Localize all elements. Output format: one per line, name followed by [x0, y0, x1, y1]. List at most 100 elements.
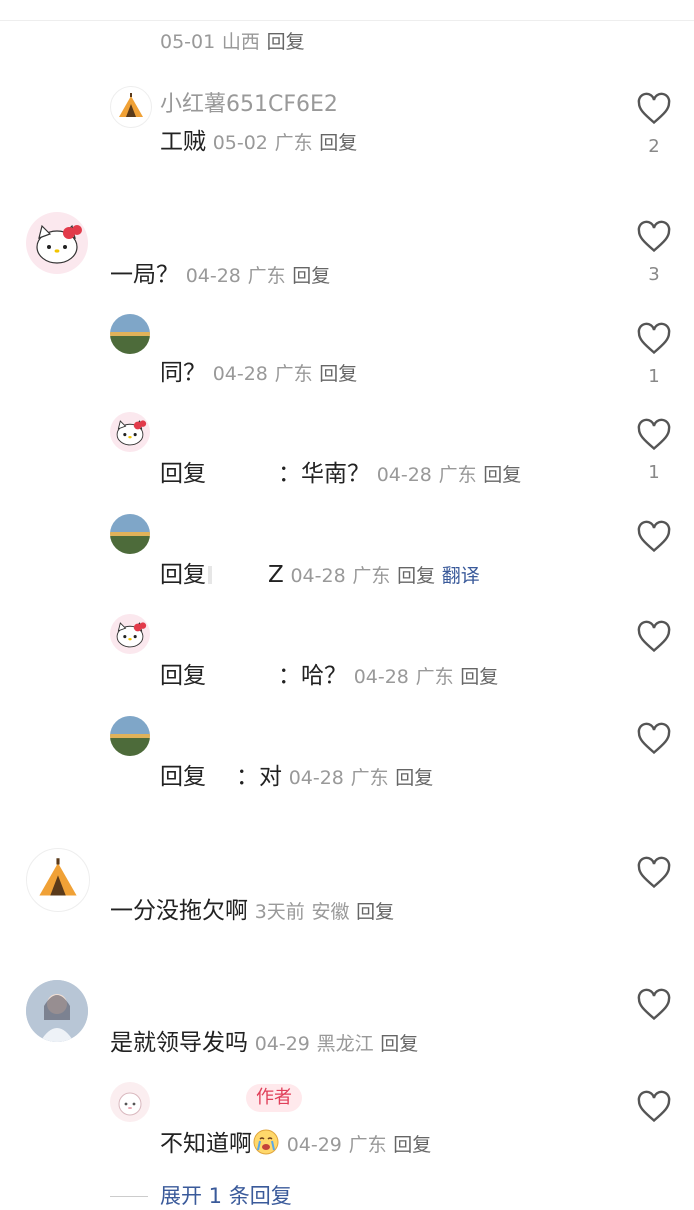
comment-row: 工贼 05-02 广东 回复	[160, 127, 357, 158]
comment-region: 广东	[348, 1134, 387, 1156]
author-badge-wrap: 作者	[246, 1084, 302, 1112]
comment-region: 广东	[352, 565, 391, 587]
reply-button[interactable]: 回复	[292, 265, 330, 287]
reply-prefix: 回复	[160, 562, 206, 588]
comment-text: ：对	[236, 764, 282, 790]
like-count: 1	[648, 366, 660, 387]
heart-icon[interactable]	[636, 620, 672, 654]
reply-button[interactable]: 回复	[319, 363, 357, 385]
avatar[interactable]	[110, 514, 150, 554]
landscape-avatar	[110, 716, 150, 756]
comment-row: 一局？ 04-28 广东 回复	[110, 260, 330, 291]
heart-icon[interactable]	[636, 988, 672, 1022]
comment-row: 是就领导发吗 04-29 黑龙江 回复	[110, 1028, 418, 1059]
expand-divider	[110, 1196, 148, 1197]
heart-icon[interactable]	[636, 856, 672, 890]
reply-button[interactable]: 回复	[460, 666, 498, 688]
comment-time: 05-01	[160, 31, 216, 53]
reply-button[interactable]: 回复	[483, 464, 521, 486]
comment-region: 广东	[415, 666, 454, 688]
comment-text: 工贼	[160, 129, 206, 155]
like-count: 1	[648, 462, 660, 483]
comment-time: 04-28	[376, 464, 432, 486]
heart-icon[interactable]	[636, 418, 672, 452]
author-badge: 作者	[246, 1084, 302, 1112]
tent-icon	[39, 858, 77, 896]
reply-button[interactable]: 回复	[356, 901, 394, 923]
reply-button[interactable]: 回复	[395, 767, 433, 789]
comment-text: ：华南？	[278, 461, 370, 487]
comment-region: 广东	[350, 767, 389, 789]
avatar[interactable]	[26, 980, 88, 1042]
heart-icon[interactable]	[636, 220, 672, 254]
avatar[interactable]	[110, 1082, 150, 1122]
reply-button[interactable]: 回复	[267, 31, 305, 53]
landscape-avatar	[110, 514, 150, 554]
like-count: 2	[648, 136, 660, 157]
comment-region: 山西	[221, 31, 260, 53]
avatar[interactable]	[110, 716, 150, 756]
heart-icon[interactable]	[636, 722, 672, 756]
comment-row: 同？ 04-28 广东 回复	[160, 358, 357, 389]
comment-time: 04-28	[288, 767, 344, 789]
like-count: 3	[648, 264, 660, 285]
comment-region: 广东	[274, 132, 313, 154]
top-divider	[0, 20, 694, 21]
reply-button[interactable]: 回复	[397, 565, 435, 587]
comment-row: 一分没拖欠啊 3天前 安徽 回复	[110, 896, 394, 927]
hello-kitty-avatar	[116, 622, 147, 648]
comment-text: ：哈？	[278, 663, 347, 689]
heart-icon[interactable]	[636, 322, 672, 356]
comment-region: 黑龙江	[316, 1033, 374, 1055]
comment-region: 安徽	[311, 901, 350, 923]
comment-row: 回复 Z 04-28 广东 回复 翻译	[160, 560, 480, 591]
comment-text: 一分没拖欠啊	[110, 898, 248, 924]
crying-face-icon	[253, 1129, 279, 1155]
comment-time: 05-02	[212, 132, 268, 154]
comment-region: 广东	[274, 363, 313, 385]
comment-text: 不知道啊	[160, 1131, 252, 1157]
comment-time: 04-29	[286, 1134, 342, 1156]
comment-time: 3天前	[254, 901, 305, 923]
reply-prefix: 回复	[160, 663, 206, 689]
comment-text: 同？	[160, 360, 206, 386]
avatar[interactable]	[110, 86, 152, 128]
heart-icon[interactable]	[636, 520, 672, 554]
comment-time: 04-28	[212, 363, 268, 385]
reply-prefix: 回复	[160, 461, 206, 487]
comment-row: 不知道啊 04-29 广东 回复	[160, 1128, 431, 1160]
avatar[interactable]	[26, 212, 88, 274]
username[interactable]: 小红薯651CF6E2	[160, 86, 338, 118]
comment-meta-row: 05-01 山西 回复	[160, 26, 305, 57]
avatar[interactable]	[110, 412, 150, 452]
comment-region: 广东	[247, 265, 286, 287]
hello-kitty-avatar	[36, 224, 82, 264]
reply-button[interactable]: 回复	[393, 1134, 431, 1156]
comment-row: 回复 ：哈？ 04-28 广东 回复	[160, 661, 498, 692]
comment-text: 一局？	[110, 262, 179, 288]
reply-button[interactable]: 回复	[380, 1033, 418, 1055]
comment-region: 广东	[438, 464, 477, 486]
reply-button[interactable]: 回复	[319, 132, 357, 154]
heart-icon[interactable]	[636, 1090, 672, 1124]
landscape-avatar	[110, 314, 150, 354]
heart-icon[interactable]	[636, 92, 672, 126]
sheep-avatar	[118, 1092, 142, 1116]
hello-kitty-avatar	[116, 420, 147, 446]
tent-icon	[119, 93, 143, 117]
blurred-username	[208, 566, 212, 584]
comment-row: 回复 ：对 04-28 广东 回复	[160, 762, 433, 793]
girl-avatar	[26, 980, 88, 1042]
comment-time: 04-29	[254, 1033, 310, 1055]
avatar[interactable]	[110, 314, 150, 354]
avatar[interactable]	[110, 614, 150, 654]
comment-text: 是就领导发吗	[110, 1030, 248, 1056]
comment-time: 04-28	[290, 565, 346, 587]
reply-prefix: 回复	[160, 764, 206, 790]
avatar[interactable]	[26, 848, 90, 912]
expand-replies-button[interactable]: 展开 1 条回复	[160, 1180, 292, 1210]
comment-time: 04-28	[185, 265, 241, 287]
comment-row: 回复 ：华南？ 04-28 广东 回复	[160, 459, 521, 490]
translate-button[interactable]: 翻译	[442, 565, 480, 587]
comment-time: 04-28	[353, 666, 409, 688]
